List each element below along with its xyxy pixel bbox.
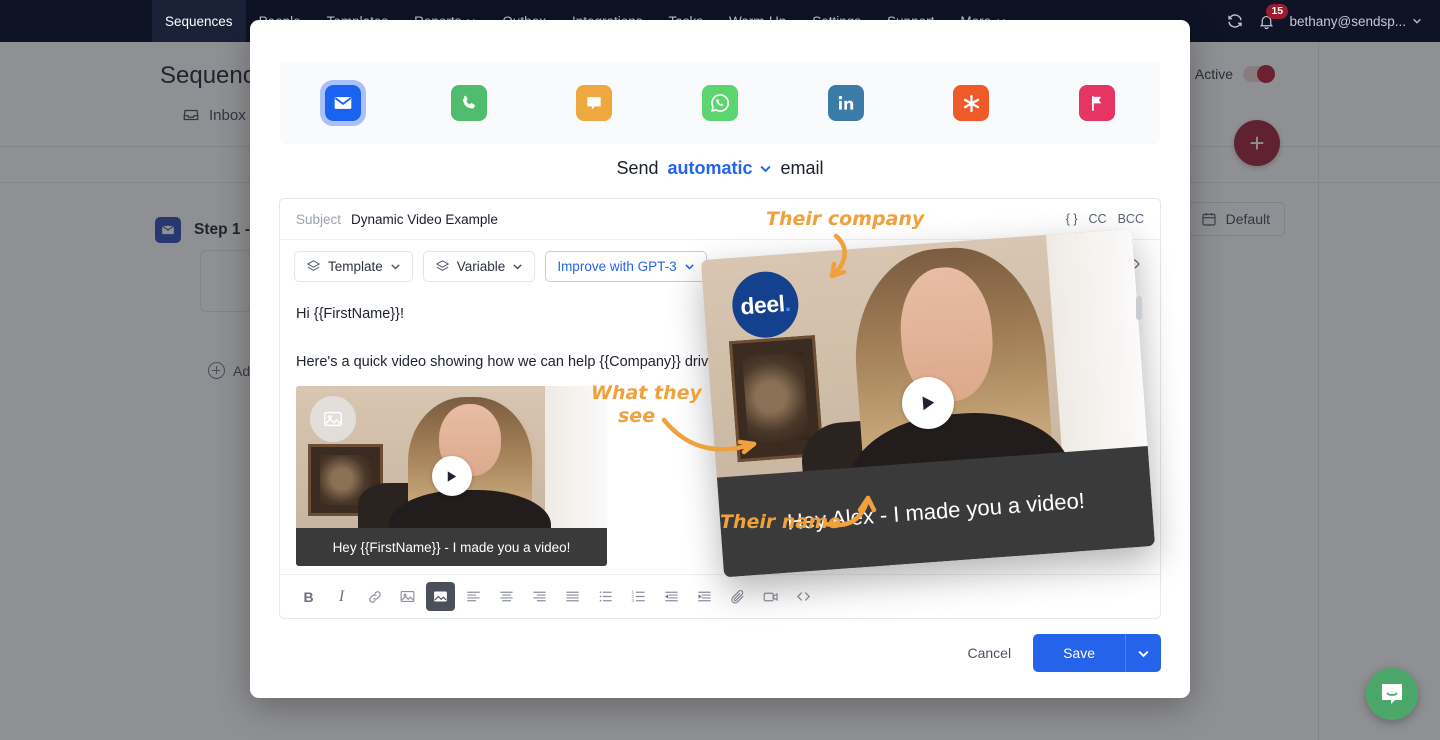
subject-label: Subject	[296, 212, 341, 227]
indent-button[interactable]	[690, 582, 719, 611]
video-button[interactable]	[756, 582, 785, 611]
chat-smile-icon	[1378, 680, 1406, 708]
numbered-list-button[interactable]: 123	[624, 582, 653, 611]
channel-slot-call	[406, 85, 532, 121]
outdent-button[interactable]	[657, 582, 686, 611]
bcc-button[interactable]: BCC	[1118, 212, 1144, 226]
logo-text: deel	[739, 290, 785, 320]
whatsapp-icon	[709, 92, 731, 114]
annotation-their-company: Their company	[766, 208, 924, 230]
subject-input[interactable]: Dynamic Video Example	[351, 212, 1056, 227]
video-thumbnail[interactable]: Hey {{FirstName}} - I made you a video!	[296, 386, 607, 566]
send-mode-row: Send automatic email	[250, 158, 1190, 179]
channel-task-button[interactable]	[1079, 85, 1115, 121]
channel-slot-task	[1034, 85, 1160, 121]
asterisk-icon	[961, 93, 982, 114]
logo-dot: .	[783, 289, 791, 316]
image-dark-button[interactable]	[426, 582, 455, 611]
notification-bell-icon[interactable]: 15	[1258, 13, 1275, 30]
channel-whatsapp-button[interactable]	[702, 85, 738, 121]
save-dropdown-button[interactable]	[1125, 634, 1161, 672]
close-icon[interactable]	[1168, 28, 1198, 58]
notification-badge: 15	[1266, 4, 1288, 19]
screen-root: Sequence Inbox Active + Default	[0, 0, 1440, 740]
nav-item-sequences[interactable]: Sequences	[152, 0, 246, 42]
modal-footer: Cancel Save	[967, 634, 1161, 672]
layers-icon	[435, 259, 450, 274]
image-placeholder-icon[interactable]	[310, 396, 356, 442]
channel-slot-manual	[908, 85, 1034, 121]
chat-bubble-icon	[584, 93, 604, 113]
image-button[interactable]	[393, 582, 422, 611]
bold-button[interactable]: B	[294, 582, 323, 611]
variable-braces-icon[interactable]: { }	[1066, 212, 1078, 226]
align-left-button[interactable]	[459, 582, 488, 611]
chevron-down-icon	[1412, 16, 1422, 26]
refresh-icon[interactable]	[1226, 12, 1244, 30]
cc-button[interactable]: CC	[1089, 212, 1107, 226]
scrollbar-thumb[interactable]	[1136, 296, 1142, 320]
channel-linkedin-button[interactable]	[828, 85, 864, 121]
channel-sms-button[interactable]	[576, 85, 612, 121]
their-name-arrow-icon	[824, 492, 894, 536]
user-email-label: bethany@sendsp...	[1289, 14, 1406, 29]
chevron-down-icon	[759, 162, 772, 175]
chevron-down-icon	[684, 261, 695, 272]
chevron-down-icon	[390, 261, 401, 272]
gpt-label: Improve with GPT-3	[557, 259, 676, 274]
send-mode-value: automatic	[668, 158, 753, 179]
save-button-group: Save	[1033, 634, 1161, 672]
rich-text-toolbar: BI 123	[280, 574, 1160, 618]
send-mode-dropdown[interactable]: automatic	[668, 158, 772, 179]
channel-slot-linkedin	[783, 85, 909, 121]
video-caption: Hey {{FirstName}} - I made you a video!	[296, 528, 607, 566]
their-company-arrow-icon	[810, 232, 880, 288]
channel-slot-email	[280, 85, 406, 121]
phone-icon	[459, 93, 479, 113]
align-right-button[interactable]	[525, 582, 554, 611]
envelope-icon	[333, 93, 353, 113]
template-label: Template	[328, 259, 383, 274]
save-button[interactable]: Save	[1033, 634, 1125, 672]
send-suffix: email	[781, 158, 824, 179]
what-they-see-arrow-icon	[660, 418, 770, 468]
channel-manual-button[interactable]	[953, 85, 989, 121]
channel-slot-whatsapp	[657, 85, 783, 121]
code-button[interactable]	[789, 582, 818, 611]
channel-email-button[interactable]	[325, 85, 361, 121]
play-icon[interactable]	[432, 456, 472, 496]
improve-gpt-button[interactable]: Improve with GPT-3	[545, 251, 706, 282]
nav-item-label: Sequences	[165, 14, 233, 29]
chevron-down-icon	[1137, 647, 1150, 660]
channel-selector	[280, 62, 1160, 144]
chevron-down-icon	[512, 261, 523, 272]
subject-row: Subject Dynamic Video Example { } CC BCC	[280, 199, 1160, 240]
link-button[interactable]	[360, 582, 389, 611]
flag-icon	[1087, 94, 1106, 113]
nav-right-actions: 15 bethany@sendsp...	[1226, 12, 1440, 30]
channel-slot-sms	[531, 85, 657, 121]
annotation-their-name: Their name	[720, 511, 841, 533]
channel-call-button[interactable]	[451, 85, 487, 121]
template-button[interactable]: Template	[294, 251, 413, 282]
bullet-list-button[interactable]	[591, 582, 620, 611]
attachment-button[interactable]	[723, 582, 752, 611]
linkedin-icon	[836, 93, 856, 113]
annotation-what-they-see-1: What they	[591, 382, 702, 404]
italic-button[interactable]: I	[327, 582, 356, 611]
align-justify-button[interactable]	[558, 582, 587, 611]
svg-text:3: 3	[631, 598, 634, 604]
align-center-button[interactable]	[492, 582, 521, 611]
chat-widget-button[interactable]	[1366, 668, 1418, 720]
annotation-what-they-see-2: see	[618, 405, 655, 427]
subject-actions: { } CC BCC	[1066, 212, 1144, 226]
user-menu[interactable]: bethany@sendsp...	[1289, 14, 1422, 29]
send-prefix: Send	[616, 158, 658, 179]
cancel-button[interactable]: Cancel	[967, 645, 1011, 661]
variable-label: Variable	[457, 259, 506, 274]
variable-button[interactable]: Variable	[423, 251, 536, 282]
layers-icon	[306, 259, 321, 274]
